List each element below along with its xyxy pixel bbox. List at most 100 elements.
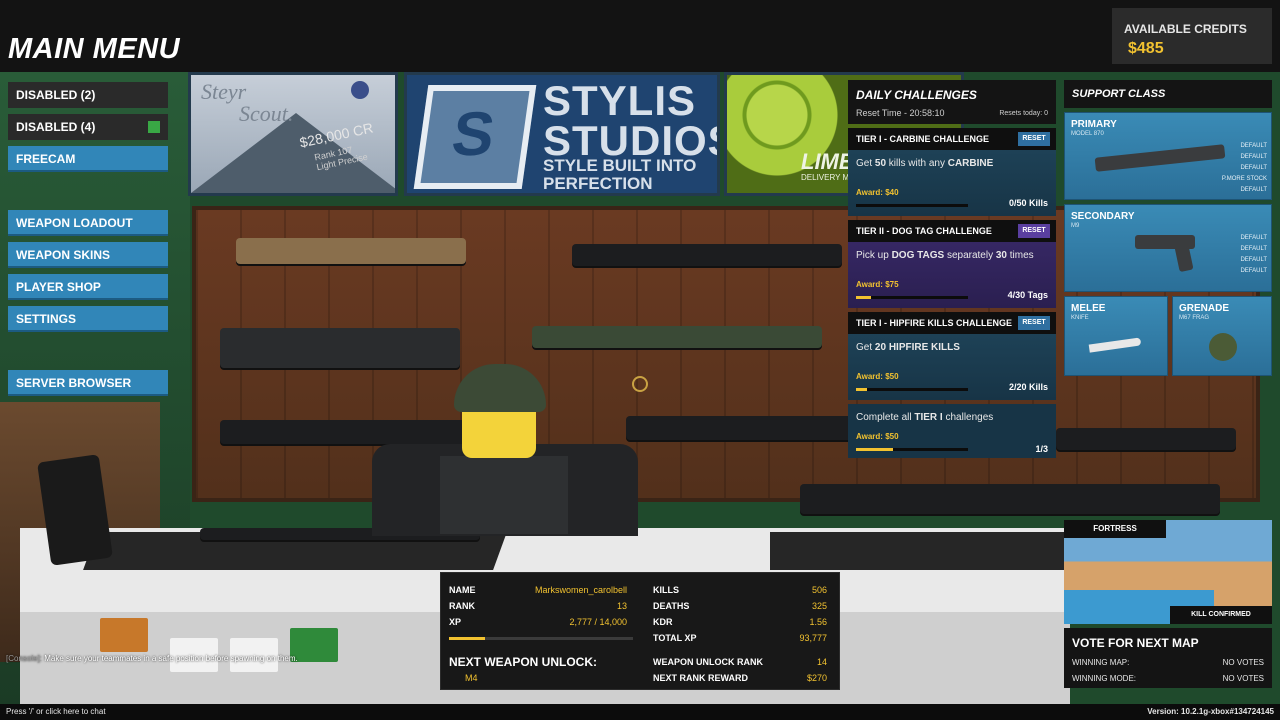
attachment-list: DEFAULT DEFAULT DEFAULT P.MORE STOCK DEF…	[1222, 141, 1267, 196]
desc-bold: HIPFIRE KILLS	[888, 342, 960, 353]
attachment: P.MORE STOCK	[1221, 176, 1267, 182]
button-label: DISABLED (2)	[16, 88, 96, 102]
button-label: FREECAM	[16, 152, 76, 166]
button-label: PLAYER SHOP	[16, 280, 101, 294]
button-label: DISABLED (4)	[16, 120, 96, 134]
slot-weapon-name: MODEL 870	[1071, 131, 1104, 137]
stat-label: RANK	[449, 601, 475, 611]
reset-button[interactable]: RESET	[1018, 132, 1050, 146]
challenge-name: TIER I - CARBINE CHALLENGE	[856, 134, 990, 144]
winning-map-label: WINNING MAP:	[1072, 658, 1130, 667]
stat-label: NEXT RANK REWARD	[653, 673, 749, 683]
rifle-display	[532, 326, 822, 348]
desc-text: challenges	[942, 412, 994, 423]
unlock-rank-value: 14	[816, 657, 827, 667]
weapon-skins-button[interactable]: WEAPON SKINS	[8, 242, 168, 268]
rifle-display	[220, 328, 460, 368]
grenade-icon	[1209, 333, 1237, 361]
resets-today: Resets today: 0	[999, 110, 1048, 117]
challenge-count: 1/3	[1035, 444, 1048, 454]
banner-title: LIME	[801, 149, 854, 174]
sun-icon	[351, 81, 369, 99]
reset-button[interactable]: RESET	[1018, 316, 1050, 330]
challenge-progress-bar	[856, 388, 968, 391]
daily-challenges-header: DAILY CHALLENGES Reset Time - 20:58:10 R…	[848, 80, 1056, 124]
disabled-button-1[interactable]: DISABLED (2)	[8, 82, 168, 108]
desc-bold: TIER I	[914, 412, 943, 423]
map-preview[interactable]: FORTRESS KILL CONFIRMED	[1064, 520, 1272, 624]
challenge-card: TIER I - HIPFIRE KILLS CHALLENGE RESET G…	[848, 312, 1056, 400]
player-stats-panel: NAME Markswomen_carolbell RANK 13 XP 2,7…	[440, 572, 840, 690]
chat-input-hint[interactable]: Press '/' or click here to chat	[6, 707, 106, 716]
banner-tagline: STYLE BUILT INTO PERFECTION	[543, 157, 696, 193]
cursor-ring-icon	[632, 376, 648, 392]
challenge-progress-bar	[856, 448, 968, 451]
challenge-award: Award: $50	[856, 372, 899, 381]
next-reward-value: $270	[806, 673, 827, 683]
secondary-weapon-slot[interactable]: SECONDARY M9 DEFAULT DEFAULT DEFAULT DEF…	[1064, 204, 1272, 292]
stat-label: TOTAL XP	[653, 633, 697, 643]
reset-time: Reset Time - 20:58:10	[856, 108, 945, 118]
slot-weapon-name: M9	[1071, 223, 1080, 229]
melee-weapon-slot[interactable]: MELEE KNIFE	[1064, 296, 1168, 376]
button-label: WEAPON LOADOUT	[16, 216, 133, 230]
credits-value: $485	[1128, 40, 1164, 57]
slot-label: GRENADE	[1179, 303, 1230, 314]
button-label: SERVER BROWSER	[16, 376, 132, 390]
deaths-value: 325	[811, 601, 827, 611]
shopkeeper-vest	[440, 456, 568, 534]
rifle-display	[572, 244, 842, 266]
disabled-button-2[interactable]: DISABLED (4)	[8, 114, 168, 140]
counter-mat	[770, 532, 1070, 570]
vote-title: VOTE FOR NEXT MAP	[1072, 636, 1199, 650]
progress-fill	[856, 296, 871, 299]
page-title: MAIN MENU	[8, 33, 181, 65]
settings-button[interactable]: SETTINGS	[8, 306, 168, 332]
attachment: DEFAULT	[1240, 143, 1267, 149]
attachment: DEFAULT	[1240, 165, 1267, 171]
slot-weapon-name: KNIFE	[1071, 315, 1089, 321]
stat-label: XP	[449, 617, 462, 627]
challenge-card: TIER II - DOG TAG CHALLENGE RESET Pick u…	[848, 220, 1056, 308]
stylis-logo-icon: S	[413, 85, 537, 189]
desc-text: kills with any	[886, 158, 948, 169]
desc-text: Get	[856, 342, 875, 353]
challenge-count: 4/30 Tags	[1007, 290, 1048, 300]
credits-label: AVAILABLE CREDITS	[1124, 22, 1247, 36]
rifle-display	[626, 416, 856, 440]
challenge-award: Award: $50	[856, 432, 899, 441]
attachment: DEFAULT	[1240, 268, 1267, 274]
xp-progress-bar	[449, 637, 633, 640]
desc-text: Get	[856, 158, 875, 169]
vote-next-map-panel[interactable]: VOTE FOR NEXT MAP WINNING MAP: NO VOTES …	[1064, 628, 1272, 688]
kdr-value: 1.56	[809, 617, 827, 627]
attachment: DEFAULT	[1240, 246, 1267, 252]
desc-text: Complete all	[856, 412, 915, 423]
reset-button[interactable]: RESET	[1018, 224, 1050, 238]
primary-weapon-slot[interactable]: PRIMARY MODEL 870 DEFAULT DEFAULT DEFAUL…	[1064, 112, 1272, 200]
weapon-loadout-button[interactable]: WEAPON LOADOUT	[8, 210, 168, 236]
challenge-title-bar: TIER I - HIPFIRE KILLS CHALLENGE RESET	[848, 312, 1056, 334]
winning-map-value: NO VOTES	[1222, 658, 1264, 667]
challenge-description: Get 50 kills with any CARBINE	[856, 158, 993, 169]
slot-label: PRIMARY	[1071, 119, 1117, 130]
challenge-description: Get 20 HIPFIRE KILLS	[856, 342, 960, 353]
stat-label: WEAPON UNLOCK RANK	[653, 657, 763, 667]
attachment-list: DEFAULT DEFAULT DEFAULT DEFAULT	[1240, 233, 1267, 277]
daily-challenges-title: DAILY CHALLENGES	[856, 88, 977, 102]
challenge-progress-bar	[856, 204, 968, 207]
winning-mode-label: WINNING MODE:	[1072, 674, 1136, 683]
next-weapon-unlock-label: NEXT WEAPON UNLOCK:	[449, 655, 597, 669]
map-mode-label: KILL CONFIRMED	[1170, 606, 1272, 624]
winning-mode-value: NO VOTES	[1222, 674, 1264, 683]
desc-text: separately	[944, 250, 996, 261]
player-shop-button[interactable]: PLAYER SHOP	[8, 274, 168, 300]
stat-label: NAME	[449, 585, 476, 595]
challenge-progress-bar	[856, 296, 968, 299]
next-weapon-unlock-value: M4	[465, 673, 478, 683]
grenade-slot[interactable]: GRENADE M67 FRAG	[1172, 296, 1272, 376]
freecam-button[interactable]: FREECAM	[8, 146, 168, 172]
server-browser-button[interactable]: SERVER BROWSER	[8, 370, 168, 396]
banner-tagline-line: STYLE BUILT INTO	[543, 156, 697, 175]
rifle-display	[1056, 428, 1236, 450]
